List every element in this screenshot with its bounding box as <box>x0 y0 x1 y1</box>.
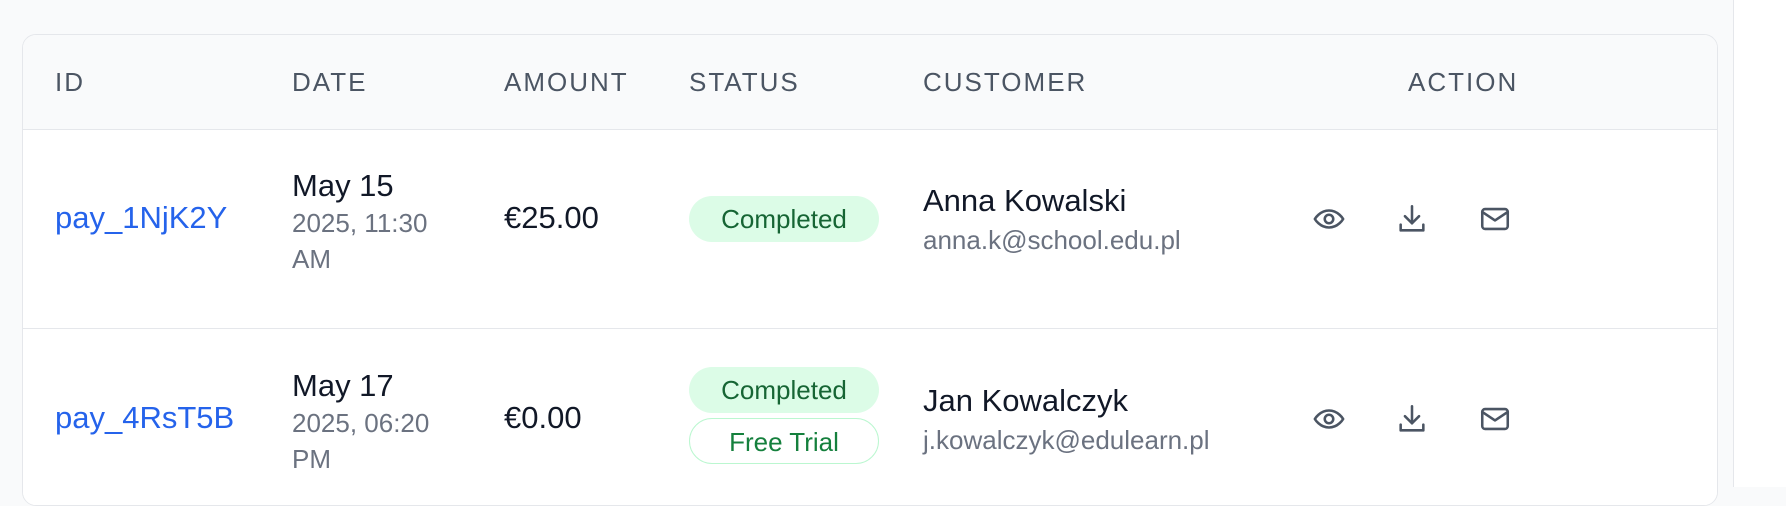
payment-datetime: 2025, 11:30 AM <box>292 208 428 274</box>
column-header-date[interactable]: DATE <box>292 35 367 129</box>
page-right-panel <box>1733 0 1786 487</box>
download-button[interactable] <box>1390 197 1434 241</box>
download-icon <box>1399 404 1425 432</box>
column-header-actions: ACTION <box>1408 67 1519 97</box>
payment-id-link[interactable]: pay_4RsT5B <box>55 400 234 436</box>
payments-table: ID DATE AMOUNT STATUS CUSTOMER ACTION pa… <box>22 34 1718 506</box>
email-button[interactable] <box>1473 197 1517 241</box>
payment-id-link[interactable]: pay_1NjK2Y <box>55 200 227 236</box>
status-badge-completed: Completed <box>689 196 879 242</box>
customer-email: j.kowalczyk@edulearn.pl <box>923 425 1210 455</box>
mail-icon <box>1480 207 1510 231</box>
column-header-id[interactable]: ID <box>55 35 85 129</box>
customer-name: Anna Kowalski <box>923 183 1127 218</box>
table-row: pay_1NjK2Y May 15 2025, 11:30 AM €25.00 … <box>23 130 1717 329</box>
view-button[interactable] <box>1307 397 1351 441</box>
column-header-customer[interactable]: CUSTOMER <box>923 35 1087 129</box>
table-header: ID DATE AMOUNT STATUS CUSTOMER ACTION <box>23 35 1717 130</box>
main-content-area: ID DATE AMOUNT STATUS CUSTOMER ACTION pa… <box>0 0 1733 506</box>
eye-icon <box>1313 409 1345 429</box>
payment-date: May 17 <box>292 368 394 403</box>
payment-amount: €25.00 <box>504 200 599 235</box>
column-header-amount[interactable]: AMOUNT <box>504 35 629 129</box>
column-header-status[interactable]: STATUS <box>689 35 800 129</box>
status-badge-free-trial: Free Trial <box>689 418 879 464</box>
table-row: pay_4RsT5B May 17 2025, 06:20 PM €0.00 C… <box>23 329 1717 505</box>
customer-email: anna.k@school.edu.pl <box>923 225 1181 255</box>
eye-icon <box>1313 209 1345 229</box>
download-icon <box>1399 204 1425 232</box>
payment-amount: €0.00 <box>504 400 582 435</box>
payment-date: May 15 <box>292 168 394 203</box>
view-button[interactable] <box>1307 197 1351 241</box>
status-badge-completed: Completed <box>689 367 879 413</box>
payment-datetime: 2025, 06:20 PM <box>292 408 430 474</box>
email-button[interactable] <box>1473 397 1517 441</box>
mail-icon <box>1480 407 1510 431</box>
download-button[interactable] <box>1390 397 1434 441</box>
customer-name: Jan Kowalczyk <box>923 383 1129 418</box>
